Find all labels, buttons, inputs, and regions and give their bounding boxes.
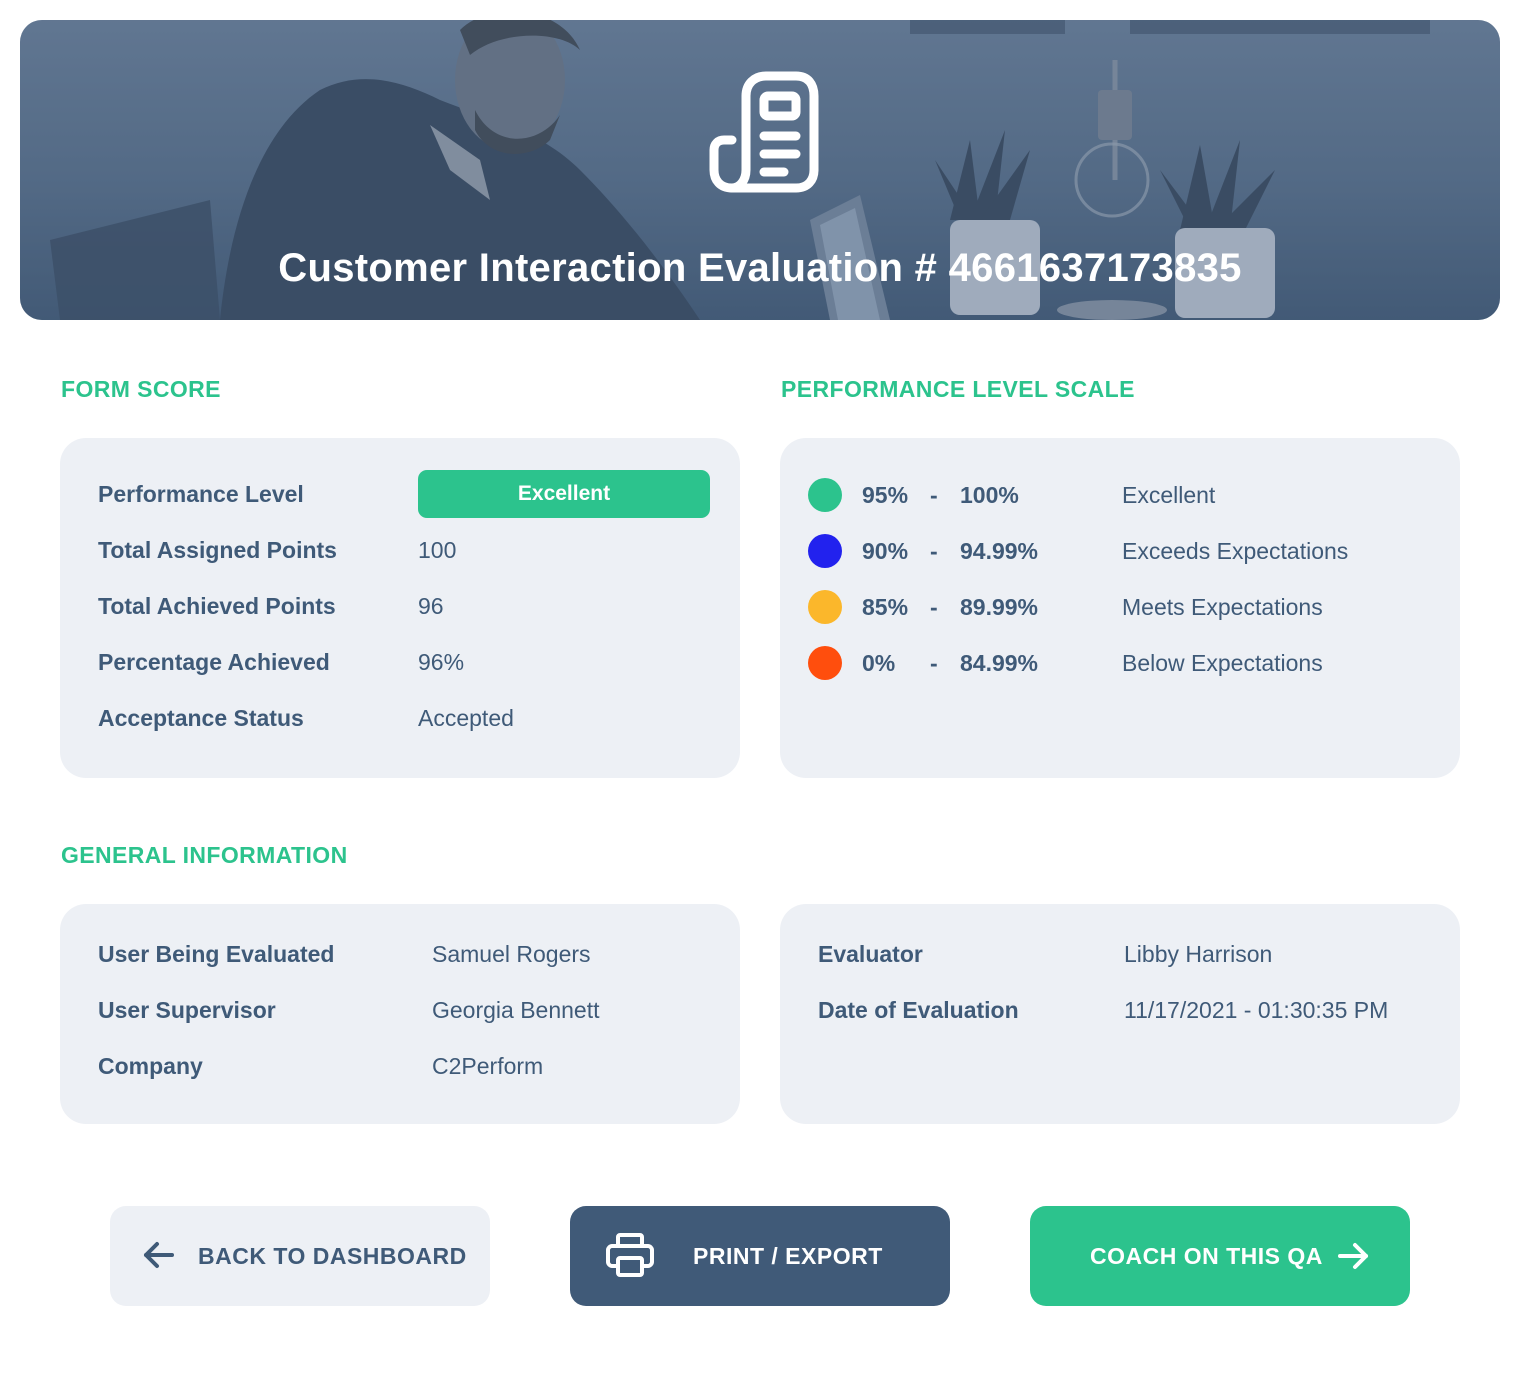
info-value: Samuel Rogers [432,940,591,967]
info-label: Evaluator [818,940,923,967]
info-row: User Supervisor [98,986,276,1034]
score-row: Total Achieved Points [98,582,336,630]
scale-low: 85% [862,593,909,620]
scale-separator: - [930,481,938,508]
print-export-button[interactable]: PRINT / EXPORT [570,1206,950,1306]
scale-low: 90% [862,537,909,564]
score-row-value-wrap: 100 [418,526,456,574]
back-to-dashboard-button[interactable]: BACK TO DASHBOARD [110,1206,490,1306]
form-score-heading: FORM SCORE [61,376,221,402]
general-info-right-card: Evaluator Libby Harrison Date of Evaluat… [780,904,1460,1124]
scale-row-excellent: 95% - 100% Excellent [808,475,1448,515]
scale-level-name: Excellent [1122,481,1216,508]
info-row: User Being Evaluated [98,930,334,978]
scale-level-name: Meets Expectations [1122,593,1323,620]
score-row-label: Total Assigned Points [98,536,337,563]
info-label: Company [98,1052,203,1079]
scale-separator: - [930,593,938,620]
scale-row-below: 0% - 84.99% Below Expectations [808,643,1448,683]
score-row-value-wrap: 96% [418,638,464,686]
info-value-wrap: Georgia Bennett [432,986,600,1034]
info-value-wrap: 11/17/2021 - 01:30:35 PM [1124,986,1388,1034]
score-row-label: Acceptance Status [98,704,304,731]
page-title: Customer Interaction Evaluation # 466163… [278,246,1242,290]
performance-scale-card: 95% - 100% Excellent 90% - 94.99% Exceed… [780,438,1460,778]
color-dot-green [808,478,842,512]
scale-level-name: Exceeds Expectations [1122,537,1349,564]
hero-banner: Customer Interaction Evaluation # 466163… [20,20,1500,320]
print-export-label: PRINT / EXPORT [693,1242,883,1269]
scale-high: 94.99% [960,537,1039,564]
score-row-label: Percentage Achieved [98,648,330,675]
score-row-value: Accepted [418,704,514,731]
performance-level-row: Performance Level [98,470,304,518]
info-value: C2Perform [432,1052,544,1079]
score-row: Percentage Achieved [98,638,330,686]
score-row: Total Assigned Points [98,526,337,574]
form-score-card: Performance Level Excellent Total Assign… [60,438,740,778]
scale-level-name: Below Expectations [1122,649,1323,676]
performance-level-label: Performance Level [98,480,304,507]
arrow-left-icon [144,1242,174,1268]
general-info-left-card: User Being Evaluated Samuel Rogers User … [60,904,740,1124]
scale-row-meets: 85% - 89.99% Meets Expectations [808,587,1448,627]
color-dot-orange [808,646,842,680]
coach-on-this-qa-button[interactable]: COACH ON THIS QA [1030,1206,1410,1306]
info-label: Date of Evaluation [818,996,1019,1023]
printer-icon [606,1233,654,1277]
scale-separator: - [930,537,938,564]
performance-scale-heading: PERFORMANCE LEVEL SCALE [781,376,1135,402]
info-value: 11/17/2021 - 01:30:35 PM [1124,996,1389,1023]
coach-on-this-qa-label: COACH ON THIS QA [1090,1242,1323,1269]
scale-high: 100% [960,481,1019,508]
arrow-right-icon [1338,1243,1368,1269]
score-row-value: 96% [418,648,465,675]
info-value-wrap: C2Perform [432,1042,543,1090]
info-row: Date of Evaluation [818,986,1019,1034]
info-value: Libby Harrison [1124,940,1273,967]
score-row-label: Total Achieved Points [98,592,336,619]
score-row: Acceptance Status [98,694,304,742]
scale-row-exceeds: 90% - 94.99% Exceeds Expectations [808,531,1448,571]
scale-high: 84.99% [960,649,1039,676]
back-to-dashboard-label: BACK TO DASHBOARD [198,1242,467,1269]
performance-level-badge: Excellent [418,470,710,518]
scale-high: 89.99% [960,593,1039,620]
general-info-heading: GENERAL INFORMATION [61,842,348,868]
score-row-value-wrap: Accepted [418,694,514,742]
color-dot-blue [808,534,842,568]
document-icon [709,71,819,193]
info-value-wrap: Samuel Rogers [432,930,591,978]
score-row-value: 100 [418,536,457,563]
score-row-value-wrap: 96 [418,582,444,630]
info-value: Georgia Bennett [432,996,600,1023]
color-dot-yellow [808,590,842,624]
info-row: Company [98,1042,203,1090]
info-row: Evaluator [818,930,923,978]
scale-low: 95% [862,481,909,508]
info-value-wrap: Libby Harrison [1124,930,1272,978]
scale-separator: - [930,649,938,676]
info-label: User Being Evaluated [98,940,335,967]
score-row-value: 96 [418,592,444,619]
info-label: User Supervisor [98,996,276,1023]
scale-low: 0% [862,649,896,676]
